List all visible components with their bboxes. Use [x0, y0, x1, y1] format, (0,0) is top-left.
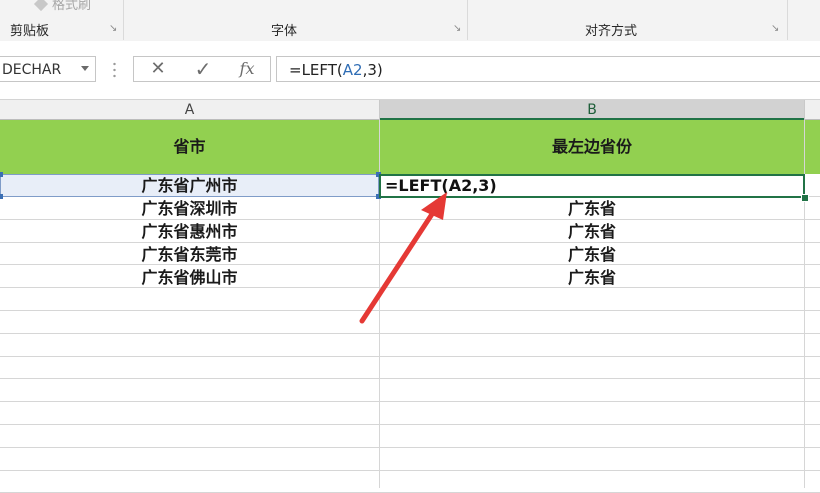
drag-handle-icon[interactable]	[113, 61, 116, 79]
format-painter-label: 格式刷	[52, 0, 92, 13]
group-divider	[123, 0, 124, 40]
font-group-label: 字体	[271, 24, 298, 39]
format-painter-button[interactable]: 格式刷	[33, 0, 92, 13]
name-box-value: DECHAR	[2, 62, 62, 78]
group-divider	[467, 0, 468, 40]
alignment-group-label: 对齐方式	[585, 24, 638, 39]
enter-icon[interactable]: ✓	[183, 57, 223, 81]
name-box[interactable]: DECHAR	[0, 56, 96, 82]
cancel-icon[interactable]: ✕	[138, 57, 178, 81]
ribbon: 格式刷 剪贴板 ↘ 字体 ↘ 对齐方式 ↘	[0, 0, 820, 42]
formula-input[interactable]: =LEFT(A2,3)	[276, 56, 820, 82]
formula-reference: A2	[342, 61, 363, 79]
insert-function-icon[interactable]: fx	[227, 57, 267, 81]
alignment-dialog-launcher-icon[interactable]: ↘	[771, 24, 781, 34]
formula-text: =LEFT(A2,3)	[289, 61, 383, 79]
chevron-down-icon[interactable]	[81, 66, 89, 71]
font-dialog-launcher-icon[interactable]: ↘	[453, 24, 463, 34]
brush-icon	[33, 0, 49, 12]
column-divider[interactable]	[804, 100, 805, 120]
clipboard-dialog-launcher-icon[interactable]: ↘	[109, 24, 119, 34]
worksheet-grid[interactable]: 省市 最左边省份 广东省广州市 广东省深圳市 广东省惠州市 广东省东莞市 广东省…	[0, 120, 820, 493]
formula-suffix: ,3)	[362, 61, 383, 79]
column-header-b[interactable]: B	[380, 100, 804, 120]
formula-prefix: =LEFT(	[289, 61, 343, 79]
column-headers: A B	[0, 99, 820, 120]
formula-bar: DECHAR ✕ ✓ fx =LEFT(A2,3)	[0, 41, 820, 99]
formula-buttons: ✕ ✓ fx	[133, 56, 271, 82]
column-header-a[interactable]: A	[0, 100, 379, 120]
annotation-arrow-icon	[359, 192, 447, 324]
group-divider	[787, 0, 788, 40]
clipboard-group-label: 剪贴板	[10, 24, 50, 39]
